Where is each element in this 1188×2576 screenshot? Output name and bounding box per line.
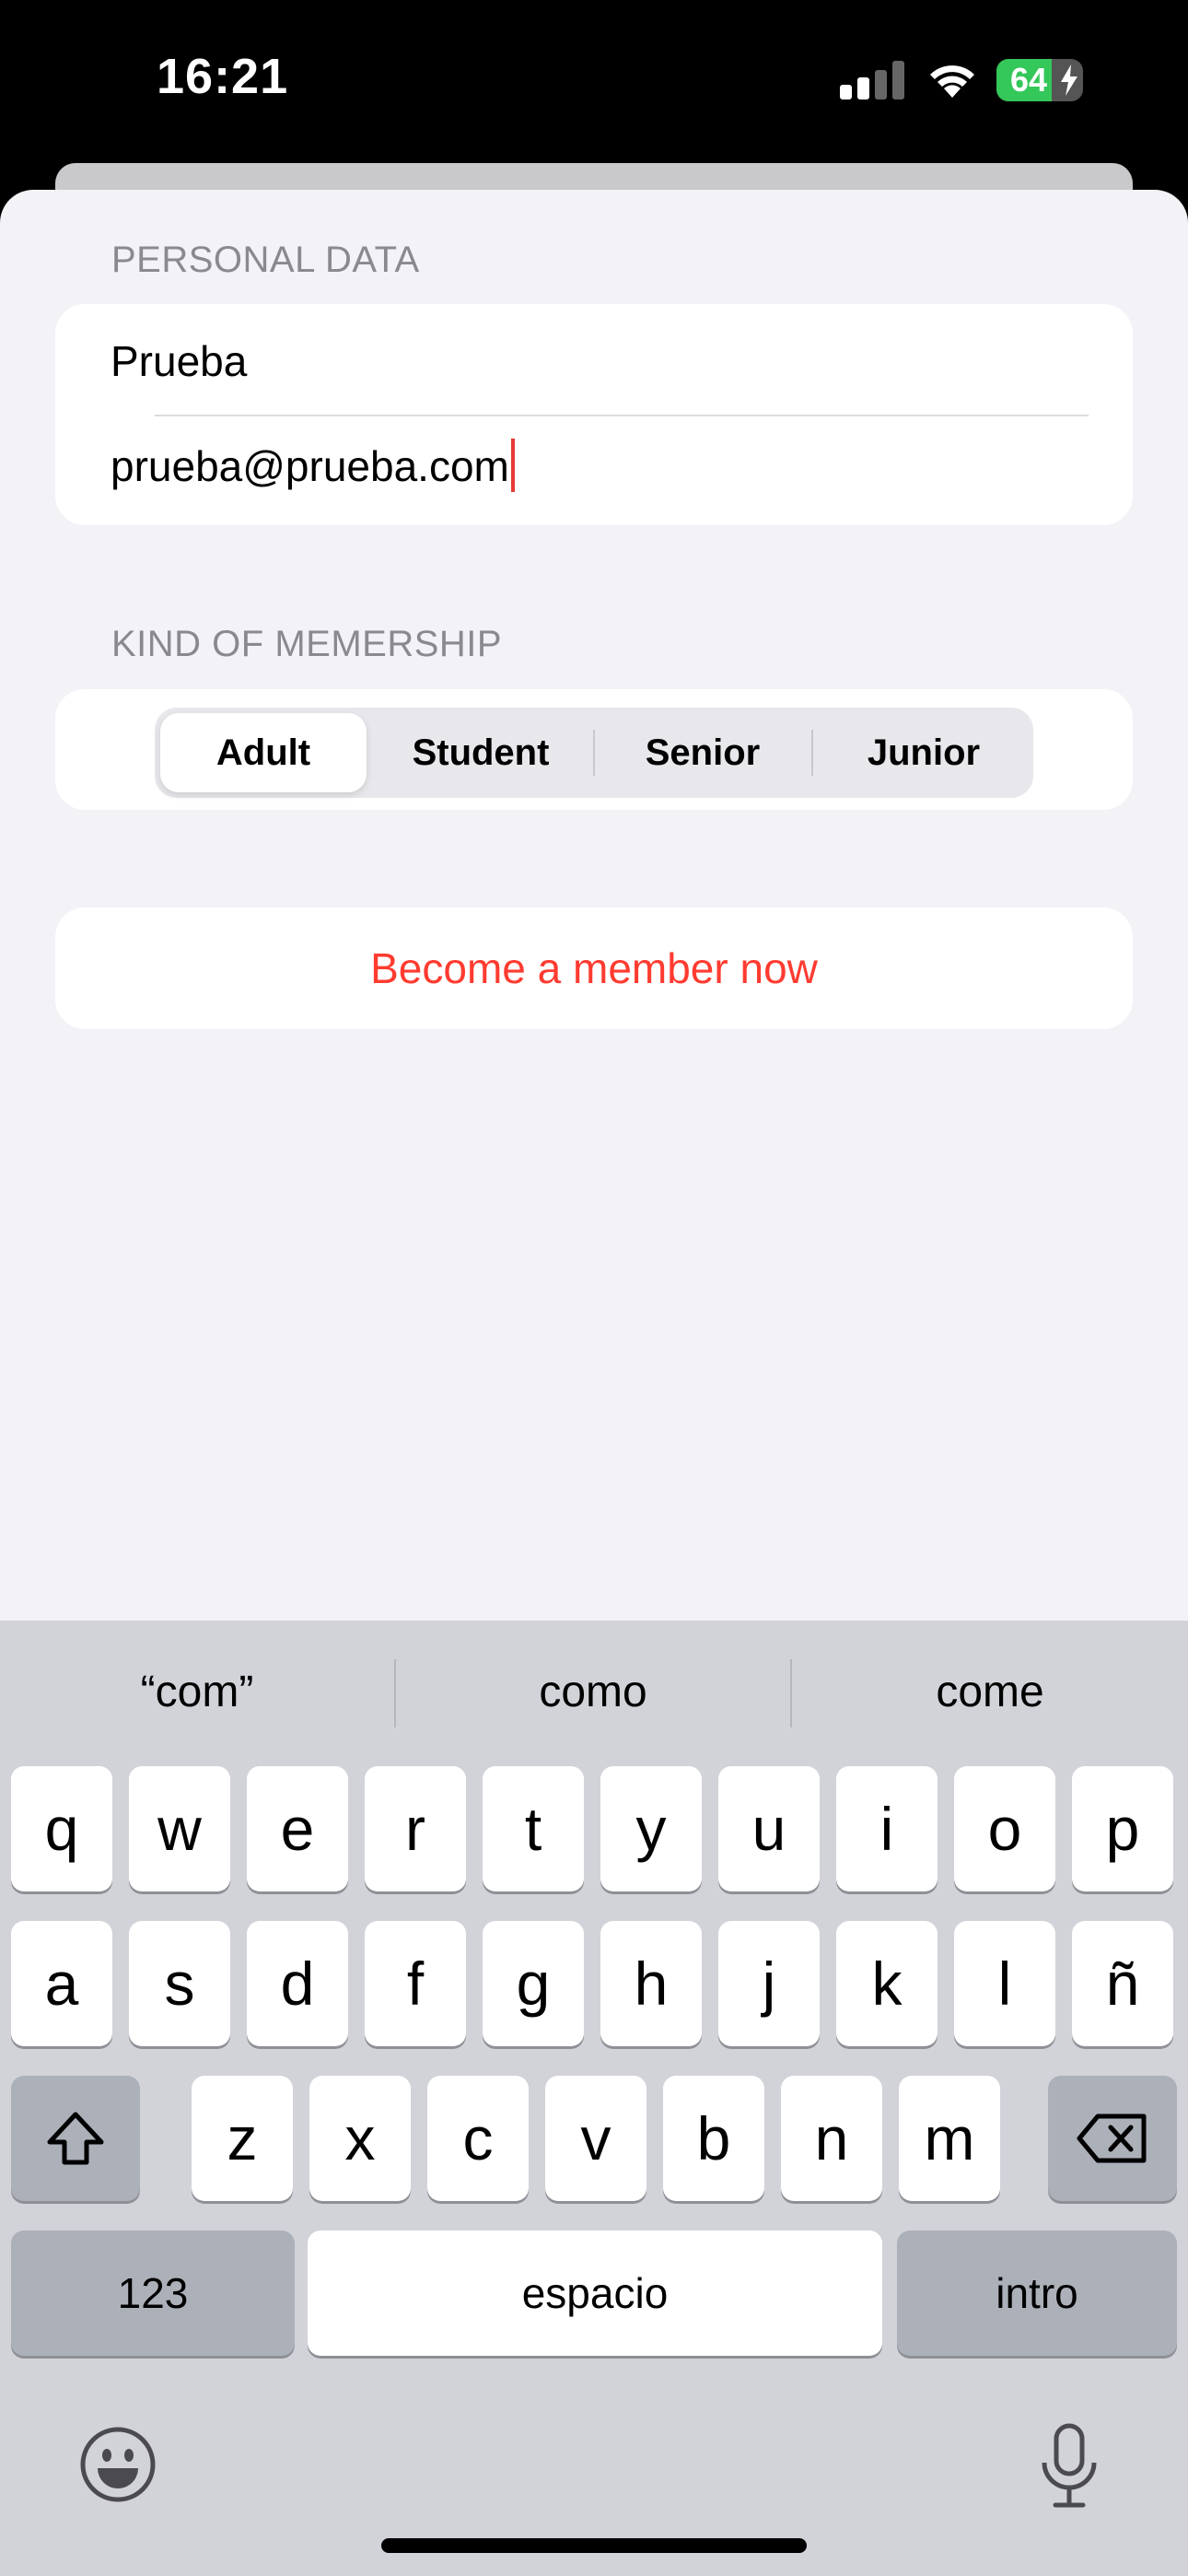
cellular-signal-icon bbox=[840, 61, 904, 100]
return-key[interactable]: intro bbox=[897, 2231, 1177, 2356]
space-key[interactable]: espacio bbox=[308, 2231, 882, 2356]
field-divider bbox=[155, 415, 1089, 416]
key-d[interactable]: d bbox=[247, 1921, 348, 2046]
wifi-icon bbox=[930, 65, 974, 98]
key-q[interactable]: q bbox=[11, 1766, 112, 1891]
key-e[interactable]: e bbox=[247, 1766, 348, 1891]
key-i[interactable]: i bbox=[836, 1766, 938, 1891]
segment-divider bbox=[593, 730, 595, 776]
key-b[interactable]: b bbox=[663, 2076, 764, 2201]
key-t[interactable]: t bbox=[483, 1766, 584, 1891]
key-u[interactable]: u bbox=[718, 1766, 820, 1891]
text-cursor bbox=[510, 439, 515, 492]
key-k[interactable]: k bbox=[836, 1921, 938, 2046]
home-indicator bbox=[381, 2538, 807, 2553]
segment-junior[interactable]: Junior bbox=[821, 713, 1027, 792]
key-n[interactable]: n bbox=[781, 2076, 882, 2201]
keyboard: “com” como come q w e r t y u i o p a s … bbox=[0, 1621, 1188, 2576]
key-z[interactable]: z bbox=[192, 2076, 293, 2201]
personal-data-header: PERSONAL DATA bbox=[111, 240, 420, 280]
suggestion-3[interactable]: come bbox=[792, 1621, 1188, 1764]
shift-icon bbox=[47, 2112, 104, 2165]
key-v[interactable]: v bbox=[545, 2076, 646, 2201]
suggestion-1[interactable]: “com” bbox=[0, 1621, 394, 1764]
shift-key[interactable] bbox=[11, 2076, 140, 2201]
name-field[interactable]: Prueba bbox=[111, 336, 247, 386]
segment-senior[interactable]: Senior bbox=[600, 713, 806, 792]
key-o[interactable]: o bbox=[954, 1766, 1055, 1891]
key-m[interactable]: m bbox=[899, 2076, 1000, 2201]
key-g[interactable]: g bbox=[483, 1921, 584, 2046]
segment-student[interactable]: Student bbox=[378, 713, 584, 792]
segment-divider bbox=[811, 730, 813, 776]
key-n-tilde[interactable]: ñ bbox=[1072, 1921, 1173, 2046]
battery-level: 64 bbox=[1009, 61, 1048, 99]
key-p[interactable]: p bbox=[1072, 1766, 1173, 1891]
submit-group: Become a member now bbox=[55, 907, 1133, 1029]
delete-key[interactable] bbox=[1048, 2076, 1177, 2201]
status-bar: 16:21 64 bbox=[0, 0, 1188, 166]
membership-segmented-control: Adult Student Senior Junior bbox=[155, 708, 1033, 798]
status-time: 16:21 bbox=[157, 49, 289, 104]
suggestion-2[interactable]: como bbox=[396, 1621, 790, 1764]
emoji-icon[interactable] bbox=[79, 2426, 157, 2503]
key-h[interactable]: h bbox=[600, 1921, 702, 2046]
membership-group: Adult Student Senior Junior bbox=[55, 689, 1133, 810]
email-field[interactable]: prueba@prueba.com bbox=[111, 439, 515, 492]
numbers-key[interactable]: 123 bbox=[11, 2231, 295, 2356]
battery-charging-icon: 64 bbox=[996, 59, 1083, 101]
segment-adult[interactable]: Adult bbox=[160, 713, 367, 792]
delete-icon bbox=[1077, 2113, 1147, 2163]
key-j[interactable]: j bbox=[718, 1921, 820, 2046]
key-w[interactable]: w bbox=[129, 1766, 230, 1891]
key-y[interactable]: y bbox=[600, 1766, 702, 1891]
key-c[interactable]: c bbox=[427, 2076, 529, 2201]
membership-header: KIND OF MEMERSHIP bbox=[111, 624, 503, 664]
microphone-icon[interactable] bbox=[1039, 2422, 1100, 2511]
key-f[interactable]: f bbox=[365, 1921, 466, 2046]
key-s[interactable]: s bbox=[129, 1921, 230, 2046]
key-l[interactable]: l bbox=[954, 1921, 1055, 2046]
key-a[interactable]: a bbox=[11, 1921, 112, 2046]
personal-data-group: Prueba prueba@prueba.com bbox=[55, 304, 1133, 525]
become-member-button[interactable]: Become a member now bbox=[55, 907, 1133, 1029]
key-r[interactable]: r bbox=[365, 1766, 466, 1891]
key-x[interactable]: x bbox=[309, 2076, 411, 2201]
